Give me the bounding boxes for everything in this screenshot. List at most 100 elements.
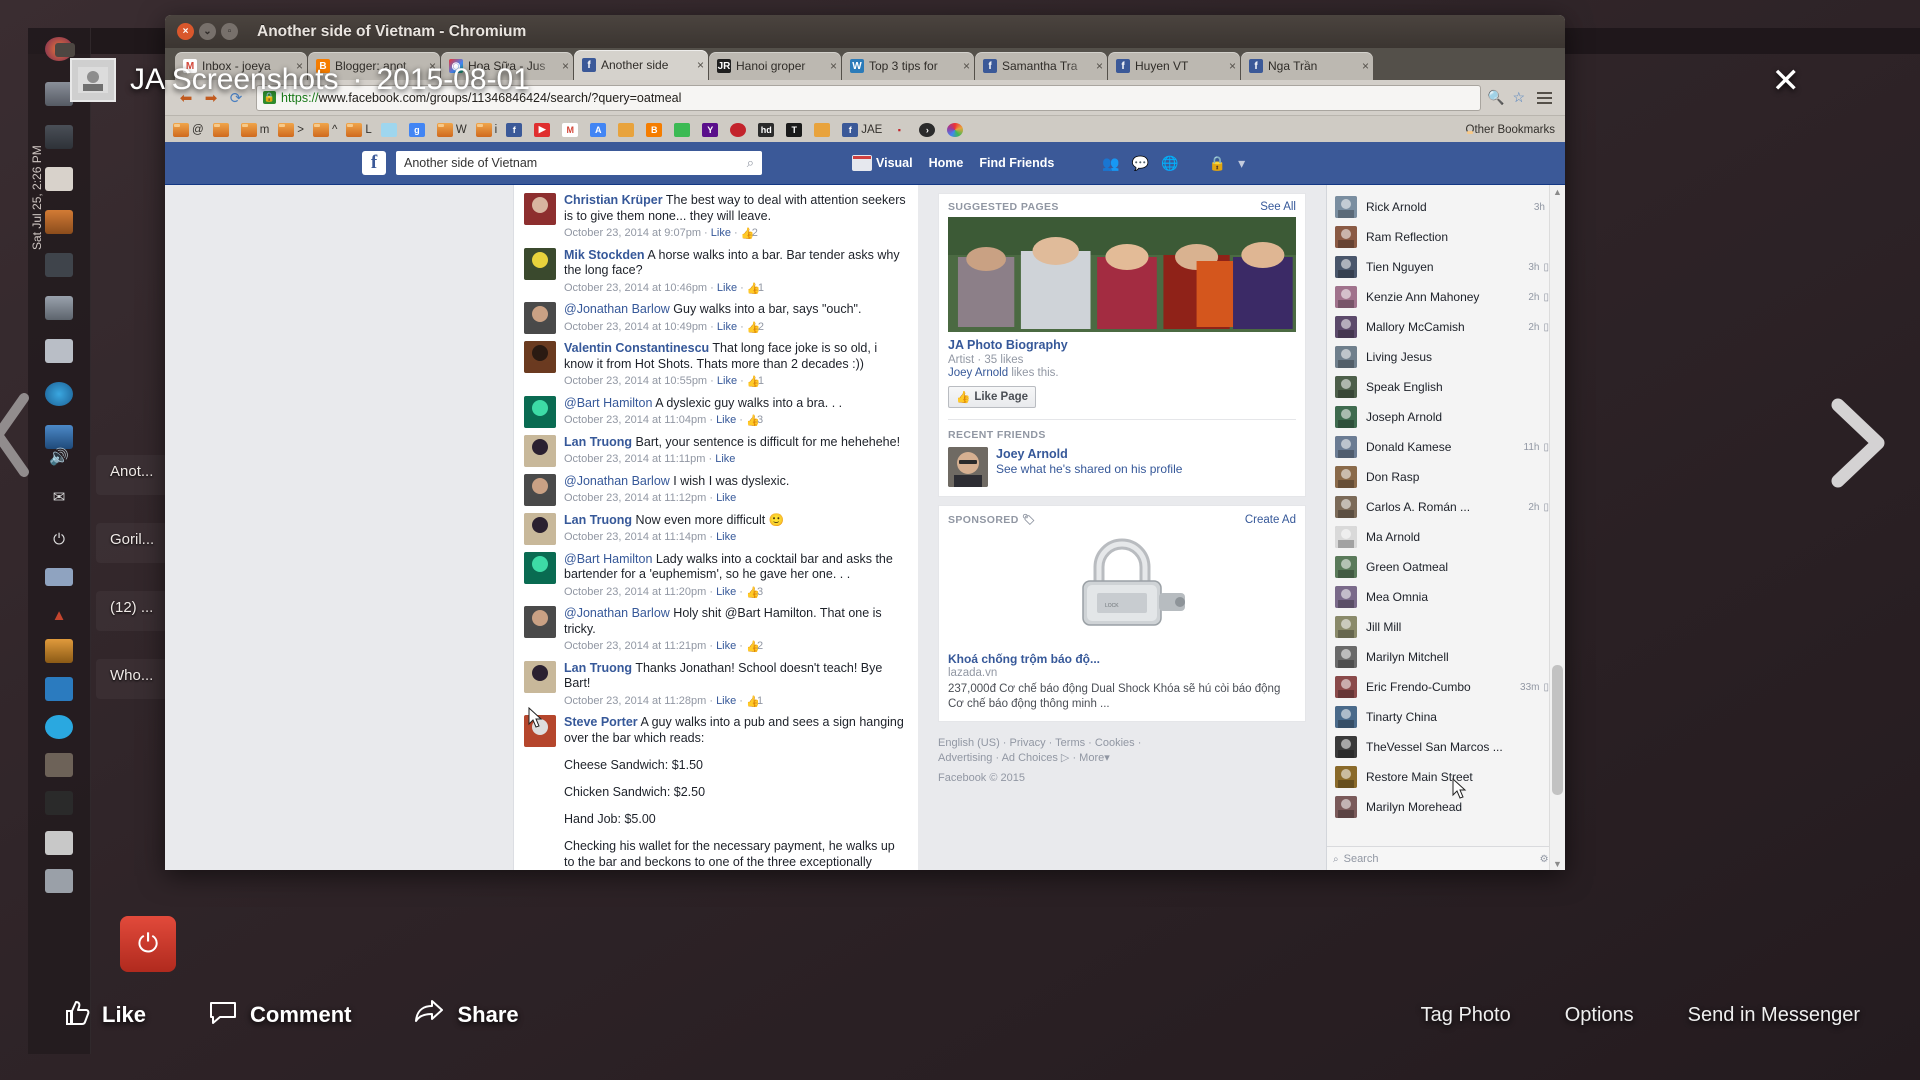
avatar[interactable]: [524, 193, 556, 225]
comment-author[interactable]: @Jonathan Barlow: [564, 474, 670, 488]
mail-icon[interactable]: [38, 332, 80, 370]
avatar[interactable]: [524, 395, 556, 428]
bookmark-7[interactable]: g: [408, 122, 428, 137]
chevron-down-icon[interactable]: ▾: [1238, 155, 1245, 172]
chat-search-bar[interactable]: ⌕ Search ⚙ ✎: [1327, 846, 1565, 870]
recent-friend-row[interactable]: Joey Arnold See what he's shared on his …: [939, 443, 1305, 496]
comment-author[interactable]: @Jonathan Barlow: [564, 302, 670, 316]
notifications-icon[interactable]: 🌐: [1161, 155, 1178, 172]
comment-like-link[interactable]: Like: [716, 640, 736, 652]
bookmark-25[interactable]: [947, 122, 966, 137]
chat-contact-12[interactable]: Green Oatmeal: [1327, 552, 1557, 582]
power-icon[interactable]: ⏻: [38, 520, 80, 558]
nav-home[interactable]: Home: [929, 156, 964, 170]
photos-icon[interactable]: [38, 289, 80, 327]
overlay-close-icon[interactable]: ✕: [1772, 64, 1801, 98]
scroll-up-arrow[interactable]: ▲: [1551, 185, 1564, 199]
browser-tab-6[interactable]: f Samantha Tra ×: [975, 52, 1107, 80]
comment-author[interactable]: @Jonathan Barlow: [564, 606, 670, 620]
chat-contact-14[interactable]: Jill Mill: [1327, 612, 1557, 642]
bookmark-19[interactable]: hd: [758, 122, 777, 137]
bookmark-12[interactable]: M: [562, 122, 581, 137]
bookmark-8[interactable]: W: [436, 122, 467, 137]
tab-close-icon[interactable]: ×: [697, 58, 704, 72]
slider-icon[interactable]: [38, 118, 80, 156]
comment-author[interactable]: Valentin Constantinescu: [564, 341, 709, 355]
window-titlebar[interactable]: × ⌄ ▫ Another side of Vietnam - Chromium: [165, 15, 1565, 48]
panel-indicator-icon[interactable]: [52, 40, 78, 60]
chat-contact-9[interactable]: Don Rasp: [1327, 462, 1557, 492]
suggested-page-name[interactable]: JA Photo Biography: [948, 338, 1296, 352]
bookmark-23[interactable]: ▪: [891, 122, 910, 137]
chat-contact-2[interactable]: Tien Nguyen 3h ▯: [1327, 252, 1557, 282]
bookmark-1[interactable]: [212, 122, 232, 137]
bookmark-0[interactable]: @: [173, 122, 204, 137]
suggested-page-photo[interactable]: [948, 217, 1296, 332]
warning-icon[interactable]: ▲: [38, 596, 80, 634]
comment-like-link[interactable]: Like: [717, 375, 737, 387]
comment-like-link[interactable]: Like: [716, 586, 736, 598]
create-ad-link[interactable]: Create Ad: [1245, 514, 1296, 526]
chat-contact-0[interactable]: Rick Arnold 3h: [1327, 192, 1557, 222]
other-bookmarks-button[interactable]: Other Bookmarks: [1466, 124, 1555, 136]
bookmark-13[interactable]: A: [590, 122, 609, 137]
bookmark-18[interactable]: [730, 122, 749, 137]
bookmark-9[interactable]: i: [475, 122, 497, 137]
page-scrollbar[interactable]: ▲ ▼: [1549, 185, 1565, 870]
avatar[interactable]: [524, 434, 556, 467]
shutdown-button[interactable]: ⏻: [120, 916, 176, 972]
liked-by-name[interactable]: Joey Arnold: [948, 367, 1008, 379]
friend-requests-icon[interactable]: 👥: [1102, 155, 1119, 172]
window-list-item-3[interactable]: Who...: [110, 667, 153, 684]
footer-link-adchoices[interactable]: Ad Choices: [1002, 752, 1058, 764]
comment-like-link[interactable]: Like: [717, 282, 737, 294]
bookmark-16[interactable]: [674, 122, 693, 137]
comment-author[interactable]: Christian Krüper: [564, 193, 663, 207]
messages-icon[interactable]: 💬: [1132, 155, 1149, 172]
window-list-item-2[interactable]: (12) ...: [110, 599, 153, 616]
footer-link-advertising[interactable]: Advertising: [938, 752, 992, 764]
trash-icon[interactable]: [38, 862, 80, 900]
facebook-nav[interactable]: Visual Home Find Friends: [852, 155, 1054, 171]
comment-like-link[interactable]: Like: [715, 453, 735, 465]
window-list-item-1[interactable]: Goril...: [110, 531, 154, 548]
bookmark-star-icon[interactable]: ☆: [1512, 89, 1525, 106]
footer-link-privacy[interactable]: Privacy: [1010, 737, 1046, 749]
overlay-tag-photo-button[interactable]: Tag Photo: [1421, 1004, 1511, 1027]
bookmark-22[interactable]: f JAE: [842, 122, 882, 137]
avatar[interactable]: [524, 512, 556, 545]
tab-close-icon[interactable]: ×: [963, 59, 970, 73]
photo-thumb-icon[interactable]: [70, 58, 116, 102]
scrollbar-thumb[interactable]: [1552, 665, 1563, 795]
tab-close-icon[interactable]: ×: [1229, 59, 1236, 73]
nav-find-friends[interactable]: Find Friends: [979, 156, 1054, 170]
bookmark-3[interactable]: >: [278, 122, 304, 137]
settings-icon[interactable]: ✉: [38, 478, 80, 516]
browser-tab-5[interactable]: W Top 3 tips for ×: [842, 52, 974, 80]
like-page-button[interactable]: 👍 Like Page: [948, 386, 1037, 408]
avatar[interactable]: [524, 551, 556, 584]
nav-visual[interactable]: Visual: [852, 155, 913, 171]
overlay-share-button[interactable]: Share: [413, 999, 519, 1031]
gear-icon[interactable]: ⚙: [1540, 854, 1549, 865]
chat-contact-6[interactable]: Speak English: [1327, 372, 1557, 402]
bookmark-6[interactable]: [380, 122, 400, 137]
comment-author[interactable]: Mik Stockden: [564, 248, 645, 262]
privacy-icon[interactable]: 🔒: [1209, 155, 1226, 172]
chat-contact-16[interactable]: Eric Frendo-Cumbo 33m ▯: [1327, 672, 1557, 702]
chat-contact-11[interactable]: Ma Arnold: [1327, 522, 1557, 552]
comment-like-link[interactable]: Like: [716, 414, 736, 426]
search-icon[interactable]: ⌕: [747, 155, 754, 171]
avatar[interactable]: [524, 473, 556, 506]
bookmark-11[interactable]: ▶: [534, 122, 553, 137]
bookmark-20[interactable]: T: [786, 122, 805, 137]
comment-author[interactable]: Lan Truong: [564, 435, 632, 449]
chat-contact-17[interactable]: Tinarty China: [1327, 702, 1557, 732]
avatar[interactable]: [524, 606, 556, 638]
recent-friend-desc[interactable]: See what he's shared on his profile: [996, 462, 1182, 476]
window-maximize-button[interactable]: ▫: [221, 23, 238, 40]
chat-contact-15[interactable]: Marilyn Mitchell: [1327, 642, 1557, 672]
window-list-item-0[interactable]: Anot...: [110, 463, 153, 480]
terminal-icon[interactable]: [38, 784, 80, 822]
overlay-send-in-messenger-button[interactable]: Send in Messenger: [1688, 1004, 1860, 1027]
